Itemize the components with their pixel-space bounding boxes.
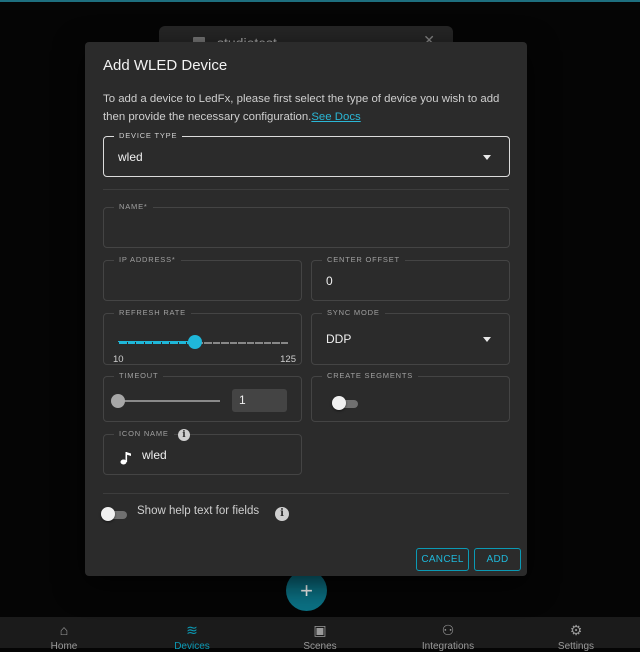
top-accent-line <box>0 0 640 2</box>
name-label: NAME* <box>114 202 153 211</box>
slider-mark <box>186 342 187 344</box>
help-text-label: Show help text for fields <box>137 505 260 517</box>
slider-mark <box>237 342 238 344</box>
slider-mark <box>228 342 230 344</box>
slider-mark <box>203 342 204 344</box>
slider-mark <box>279 342 281 344</box>
icon-name-field[interactable]: ICON NAME i wled <box>103 429 302 475</box>
nav-label: Settings <box>557 641 595 652</box>
slider-mark <box>271 342 272 344</box>
info-icon[interactable]: i <box>275 507 289 521</box>
timeout-field: TIMEOUT 1 <box>103 371 302 422</box>
nav-integrations[interactable]: ⚇ Integrations <box>384 617 512 652</box>
slider-mark <box>160 342 162 344</box>
help-text-switch[interactable] <box>101 507 127 521</box>
refresh-rate-thumb[interactable] <box>187 335 202 349</box>
slider-mark <box>177 342 179 344</box>
info-icon[interactable]: i <box>178 429 190 441</box>
nav-label: Devices <box>174 641 210 652</box>
chevron-down-icon <box>483 154 491 160</box>
center-offset-value: 0 <box>326 273 333 288</box>
slider-mark <box>143 342 145 344</box>
switch-knob <box>101 507 115 521</box>
slider-mark <box>152 342 153 344</box>
sync-mode-label: SYNC MODE <box>322 308 385 317</box>
slider-mark <box>126 342 128 344</box>
create-segments-switch[interactable] <box>332 396 358 410</box>
nav-settings[interactable]: ⚙ Settings <box>512 617 640 652</box>
slider-mark <box>220 342 221 344</box>
integrations-icon: ⚇ <box>441 622 455 638</box>
create-segments-field: CREATE SEGMENTS <box>311 371 510 422</box>
plus-icon: + <box>300 577 313 603</box>
refresh-rate-max: 125 <box>280 354 296 365</box>
divider <box>103 493 509 494</box>
name-field[interactable]: NAME* <box>103 202 510 248</box>
nav-scenes[interactable]: ▣ Scenes <box>256 617 384 652</box>
add-device-dialog: Add WLED Device To add a device to LedFx… <box>85 42 527 576</box>
see-docs-link[interactable]: See Docs <box>311 111 360 123</box>
dialog-title: Add WLED Device <box>103 57 228 74</box>
icon-name-value: wled <box>142 447 167 462</box>
center-offset-label: CENTER OFFSET <box>322 255 405 264</box>
slider-mark <box>118 342 119 344</box>
ip-address-field[interactable]: IP ADDRESS* <box>103 255 302 301</box>
cancel-button[interactable]: CANCEL <box>416 548 469 571</box>
device-type-label: DEVICE TYPE <box>114 131 183 140</box>
bottom-navigation: ⌂ Home ≋ Devices ▣ Scenes ⚇ Integrations… <box>0 617 640 652</box>
device-type-value: wled <box>118 149 143 164</box>
nav-devices[interactable]: ≋ Devices <box>128 617 256 652</box>
slider-mark <box>288 342 289 344</box>
icon-name-label-text: ICON NAME <box>119 429 169 438</box>
timeout-thumb[interactable] <box>111 394 125 408</box>
device-type-select[interactable]: DEVICE TYPE wled <box>103 131 510 177</box>
chevron-down-icon <box>483 337 491 342</box>
nav-home[interactable]: ⌂ Home <box>0 617 128 652</box>
add-button[interactable]: ADD <box>474 548 521 571</box>
timeout-label: TIMEOUT <box>114 371 164 380</box>
settings-icon: ⚙ <box>569 622 583 638</box>
home-icon: ⌂ <box>59 622 69 638</box>
devices-icon: ≋ <box>186 622 198 638</box>
slider-mark <box>254 342 255 344</box>
refresh-rate-fill <box>118 341 195 344</box>
slider-mark <box>169 342 170 344</box>
slider-mark <box>211 342 213 344</box>
music-note-icon <box>120 452 131 465</box>
divider <box>103 189 509 190</box>
icon-name-label: ICON NAME <box>114 429 174 438</box>
slider-mark <box>245 342 247 344</box>
timeout-input[interactable]: 1 <box>232 389 287 412</box>
add-device-fab[interactable]: + <box>286 570 327 611</box>
nav-label: Integrations <box>421 641 475 652</box>
refresh-rate-label: REFRESH RATE <box>114 308 191 317</box>
refresh-rate-min: 10 <box>113 354 124 365</box>
description-text: To add a device to LedFx, please first s… <box>103 93 500 123</box>
sync-mode-select[interactable]: SYNC MODE DDP <box>311 308 510 365</box>
center-offset-field[interactable]: CENTER OFFSET 0 <box>311 255 510 301</box>
dialog-description: To add a device to LedFx, please first s… <box>103 90 513 126</box>
slider-mark <box>262 342 264 344</box>
refresh-rate-field: REFRESH RATE 10 125 <box>103 308 302 365</box>
nav-label: Scenes <box>303 641 337 652</box>
switch-knob <box>332 396 346 410</box>
nav-label: Home <box>50 641 78 652</box>
create-segments-label: CREATE SEGMENTS <box>322 371 419 380</box>
image-icon: ▣ <box>313 622 327 638</box>
slider-mark <box>135 342 136 344</box>
sync-mode-value: DDP <box>326 332 352 346</box>
ip-address-label: IP ADDRESS* <box>114 255 181 264</box>
timeout-track[interactable] <box>118 400 220 402</box>
